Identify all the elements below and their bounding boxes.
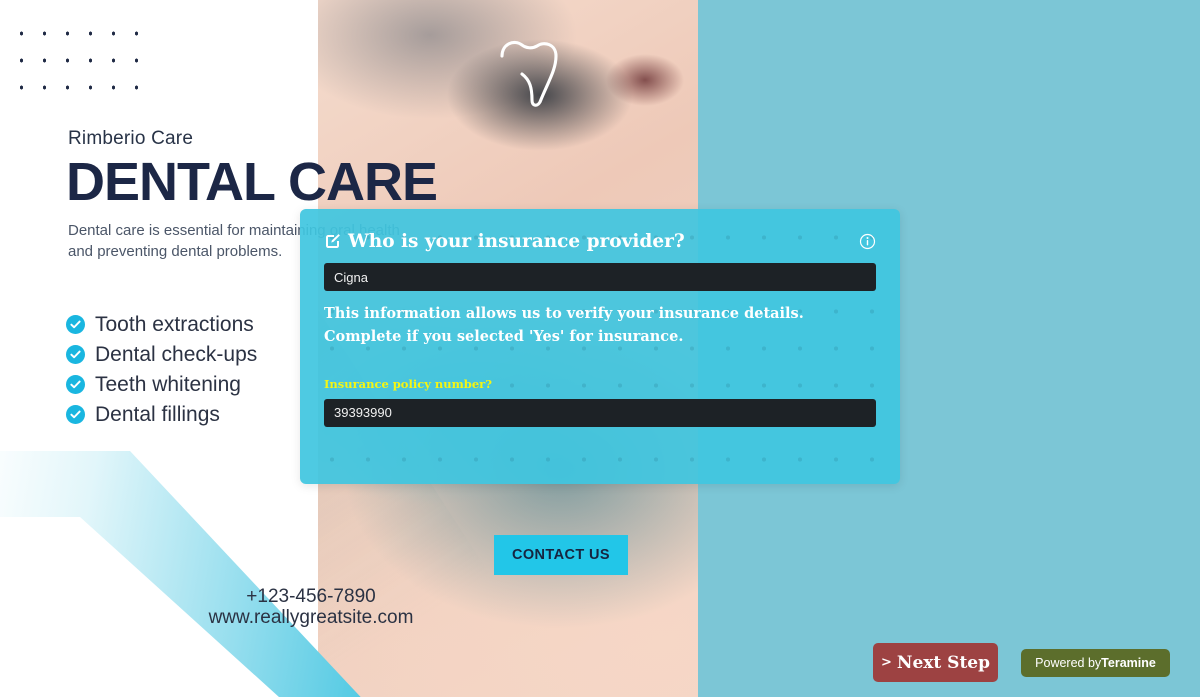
check-circle-icon — [66, 315, 85, 334]
list-item: Dental fillings — [66, 400, 257, 429]
check-circle-icon — [66, 375, 85, 394]
website-url: www.reallygreatsite.com — [208, 607, 414, 628]
insurance-policy-number-input[interactable] — [324, 398, 876, 427]
insurance-question-card: Who is your insurance provider? This inf… — [300, 209, 900, 484]
page-title: DENTAL CARE — [66, 152, 438, 212]
powered-by-brand: Teramine — [1101, 656, 1156, 670]
list-item-label: Dental fillings — [95, 402, 220, 426]
chevron-right-icon: > — [881, 655, 892, 670]
list-item-label: Tooth extractions — [95, 312, 254, 336]
powered-by-badge[interactable]: Powered by Teramine — [1021, 649, 1170, 677]
list-item: Dental check-ups — [66, 340, 257, 369]
feature-list: Tooth extractions Dental check-ups Teeth… — [66, 310, 257, 430]
card-helper-text: This information allows us to verify you… — [324, 305, 804, 346]
info-circle-icon[interactable] — [859, 233, 876, 250]
brand-name: Rimberio Care — [68, 128, 194, 149]
policy-number-label: Insurance policy number? — [324, 376, 492, 391]
card-header: Who is your insurance provider? — [324, 231, 876, 252]
next-step-button[interactable]: > Next Step — [873, 643, 998, 682]
list-item-label: Teeth whitening — [95, 372, 241, 396]
contact-us-button[interactable]: CONTACT US — [494, 535, 628, 575]
check-circle-icon — [66, 345, 85, 364]
dot-grid-icon — [8, 18, 153, 98]
phone-number: +123-456-7890 — [246, 586, 376, 607]
tooth-icon — [492, 36, 568, 108]
check-circle-icon — [66, 405, 85, 424]
list-item-label: Dental check-ups — [95, 342, 258, 366]
card-title: Who is your insurance provider? — [348, 231, 685, 252]
insurance-provider-input[interactable] — [324, 263, 876, 291]
powered-by-prefix: Powered by — [1035, 656, 1102, 670]
next-step-label: Next Step — [896, 652, 990, 673]
list-item: Tooth extractions — [66, 310, 257, 339]
edit-square-icon[interactable] — [324, 233, 341, 250]
list-item: Teeth whitening — [66, 370, 257, 399]
